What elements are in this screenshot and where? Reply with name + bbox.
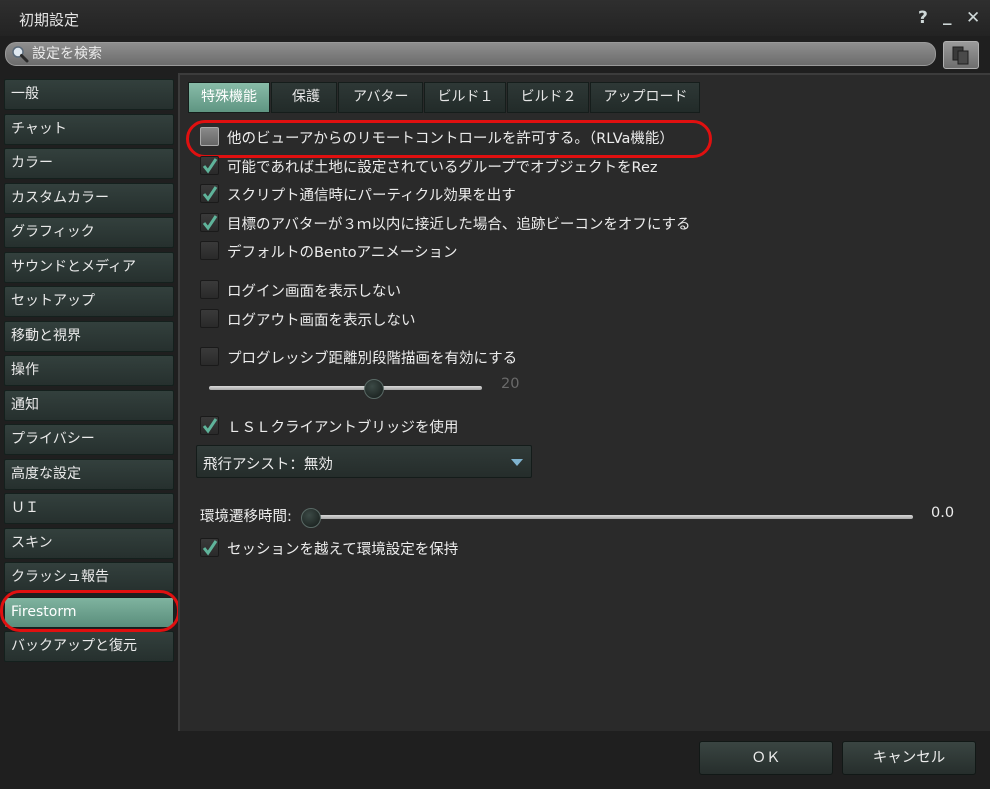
progressive-slider-knob[interactable] xyxy=(363,379,384,399)
minimize-icon[interactable]: _ xyxy=(943,6,952,26)
checkmark-icon xyxy=(202,540,218,556)
checkbox-progressive-draw[interactable] xyxy=(200,347,219,366)
highlight-ring-remote-control xyxy=(186,120,712,158)
sidebar-item-advanced[interactable]: 高度な設定 xyxy=(4,458,174,490)
tab-bar: 特殊機能 保護 アバター ビルド１ ビルド２ アップロード xyxy=(188,82,701,113)
progressive-slider-track[interactable] xyxy=(209,386,482,390)
highlight-ring-firestorm xyxy=(0,590,180,632)
sidebar-item-sound-media[interactable]: サウンドとメディア xyxy=(4,251,174,283)
env-transition-slider-track[interactable] xyxy=(305,515,913,519)
tab-upload[interactable]: アップロード xyxy=(590,82,701,113)
checkbox-bento-anim[interactable] xyxy=(200,241,219,260)
label-rez-group: 可能であれば土地に設定されているグループでオブジェクトをRez xyxy=(227,160,658,176)
tab-build-2[interactable]: ビルド２ xyxy=(507,82,590,113)
checkbox-script-particles[interactable] xyxy=(200,184,219,203)
sidebar-item-crash-reports[interactable]: クラッシュ報告 xyxy=(4,562,174,593)
title-bar: 初期設定 ? _ ✕ xyxy=(0,0,990,36)
sidebar-item-color[interactable]: カラー xyxy=(4,148,174,179)
env-transition-value: 0.0 xyxy=(931,505,955,521)
label-hide-login: ログイン画面を表示しない xyxy=(227,284,401,300)
tab-avatar[interactable]: アバター xyxy=(338,82,424,113)
sidebar-item-notifications[interactable]: 通知 xyxy=(4,389,174,421)
window-title: 初期設定 xyxy=(19,11,80,29)
checkmark-icon xyxy=(202,186,218,202)
sidebar-item-general[interactable]: 一般 xyxy=(4,79,174,110)
label-tracking-beacon: 目標のアバターが３ｍ以内に接近した場合、追跡ビーコンをオフにする xyxy=(227,217,691,233)
sidebar-item-move-view[interactable]: 移動と視界 xyxy=(4,320,174,352)
cancel-button[interactable]: キャンセル xyxy=(842,741,976,775)
tab-build-1[interactable]: ビルド１ xyxy=(424,82,507,113)
chevron-down-icon xyxy=(511,459,523,466)
flight-assist-value: 飛行アシスト：無効 xyxy=(203,457,333,473)
checkbox-lsl-bridge[interactable] xyxy=(200,416,219,435)
env-transition-label: 環境遷移時間: xyxy=(200,509,292,525)
sidebar-item-ui[interactable]: ＵＩ xyxy=(4,493,174,524)
category-sidebar: 一般 チャット カラー カスタムカラー グラフィック サウンドとメディア セット… xyxy=(4,79,174,666)
ok-button[interactable]: ＯＫ xyxy=(699,741,833,775)
progressive-slider-value: 20 xyxy=(501,376,520,392)
checkmark-icon xyxy=(202,215,218,231)
checkmark-icon xyxy=(202,158,218,174)
copy-icon xyxy=(952,46,969,65)
help-icon[interactable]: ? xyxy=(918,8,928,28)
search-icon xyxy=(12,46,29,63)
search-input[interactable] xyxy=(32,45,912,63)
checkbox-hide-login[interactable] xyxy=(200,280,219,299)
checkbox-tracking-beacon[interactable] xyxy=(200,213,219,232)
search-bar xyxy=(5,42,936,66)
flight-assist-dropdown[interactable]: 飛行アシスト：無効 xyxy=(196,445,532,478)
copy-settings-button[interactable] xyxy=(943,41,979,69)
tab-protection[interactable]: 保護 xyxy=(271,82,337,113)
sidebar-item-controls[interactable]: 操作 xyxy=(4,355,174,386)
checkmark-icon xyxy=(202,418,218,434)
sidebar-item-chat[interactable]: チャット xyxy=(4,113,174,145)
sidebar-item-custom-color[interactable]: カスタムカラー xyxy=(4,182,174,214)
sidebar-item-graphics[interactable]: グラフィック xyxy=(4,217,174,248)
label-keep-env: セッションを越えて環境設定を保持 xyxy=(227,542,459,558)
env-transition-slider-knob[interactable] xyxy=(301,508,321,528)
label-hide-logout: ログアウト画面を表示しない xyxy=(227,313,416,329)
sidebar-item-privacy[interactable]: プライバシー xyxy=(4,424,174,455)
label-progressive-draw: プログレッシブ距離別段階描画を有効にする xyxy=(227,351,518,367)
close-icon[interactable]: ✕ xyxy=(966,8,980,28)
checkbox-keep-env[interactable] xyxy=(200,538,219,557)
label-lsl-bridge: ＬＳＬクライアントブリッジを使用 xyxy=(227,420,459,436)
sidebar-item-skins[interactable]: スキン xyxy=(4,527,174,559)
tab-special-features[interactable]: 特殊機能 xyxy=(188,82,270,113)
sidebar-item-setup[interactable]: セットアップ xyxy=(4,286,174,317)
sidebar-item-backup-restore[interactable]: バックアップと復元 xyxy=(4,631,174,662)
label-script-particles: スクリプト通信時にパーティクル効果を出す xyxy=(227,188,516,204)
checkbox-hide-logout[interactable] xyxy=(200,309,219,328)
checkbox-rez-group[interactable] xyxy=(200,156,219,175)
label-bento-anim: デフォルトのBentoアニメーション xyxy=(227,245,458,261)
